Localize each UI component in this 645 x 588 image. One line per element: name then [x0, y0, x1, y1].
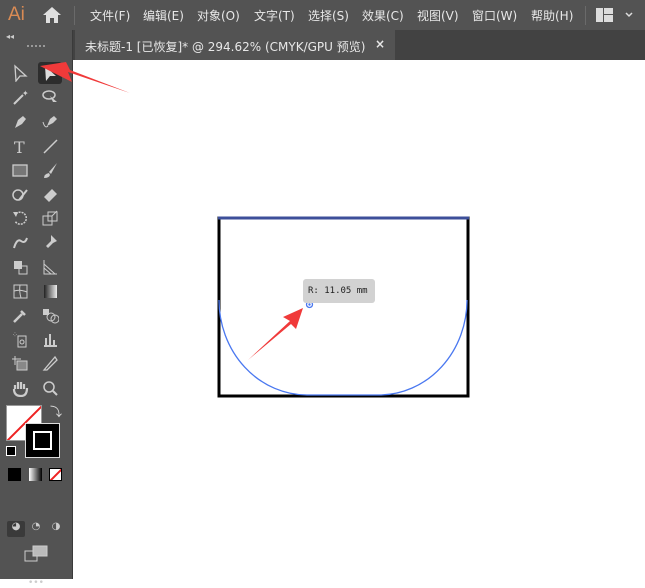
draw-inside-button[interactable]: ◑ — [47, 521, 65, 537]
rectangle-icon — [12, 164, 28, 177]
rotate-icon — [13, 211, 28, 226]
eraser-icon — [44, 189, 57, 202]
color-mode-gradient[interactable] — [29, 468, 42, 481]
radius-tooltip: R: 11.05 mm — [303, 279, 375, 303]
mesh-icon — [13, 284, 28, 299]
home-icon[interactable] — [42, 6, 62, 24]
type-tool[interactable]: T — [8, 135, 32, 157]
menu-bar: Ai 文件(F) 编辑(E) 对象(O) 文字(T) 选择(S) 效果(C) 视… — [0, 0, 645, 30]
menu-type[interactable]: 文字(T) — [254, 7, 295, 24]
paintbrush-icon — [44, 162, 57, 178]
svg-text:⁘: ⁘ — [12, 331, 18, 339]
svg-text:T: T — [14, 138, 25, 155]
scale-tool[interactable] — [38, 207, 62, 229]
menu-view[interactable]: 视图(V) — [417, 7, 459, 24]
shaper-icon — [12, 189, 28, 201]
close-tab-icon[interactable]: × — [375, 37, 385, 51]
stroke-swatch[interactable] — [25, 423, 60, 458]
artboard-icon — [12, 356, 28, 371]
direct-selection-icon — [14, 64, 28, 82]
workspace-switcher-icon[interactable] — [596, 8, 636, 22]
document-tab[interactable]: 未标题-1 [已恢复]* @ 294.62% (CMYK/GPU 预览) × — [75, 30, 395, 60]
rotate-tool[interactable] — [8, 207, 32, 229]
shaper-tool[interactable] — [8, 183, 32, 205]
tools-panel: ◂◂ ✦ T ⁘ ⤵ ◕ ◔ ◑ ••• — [0, 30, 73, 588]
magic-wand-icon: ✦ — [13, 89, 29, 105]
magic-wand-tool[interactable]: ✦ — [8, 86, 32, 108]
collapse-panel-icon[interactable]: ◂◂ — [6, 32, 14, 41]
gradient-icon — [44, 284, 57, 298]
eyedropper-tool[interactable] — [8, 304, 32, 326]
pin-icon — [46, 235, 57, 249]
column-graph-tool[interactable] — [38, 328, 62, 350]
hand-icon — [12, 381, 29, 397]
pen-tool[interactable] — [8, 110, 32, 132]
draw-normal-button[interactable]: ◕ — [7, 521, 25, 537]
menu-effect[interactable]: 效果(C) — [362, 7, 404, 24]
curvature-tool[interactable] — [38, 110, 62, 132]
tab-bar: 未标题-1 [已恢复]* @ 294.62% (CMYK/GPU 预览) × — [0, 30, 645, 60]
type-icon: T — [14, 138, 25, 155]
puppet-warp-tool[interactable] — [8, 231, 32, 253]
symbol-sprayer-icon: ⁘ — [12, 331, 27, 348]
selection-icon — [45, 66, 56, 81]
draw-behind-button[interactable]: ◔ — [27, 521, 45, 537]
zoom-tool[interactable] — [38, 377, 62, 399]
svg-text:✦: ✦ — [22, 89, 29, 98]
canvas[interactable] — [75, 60, 645, 579]
screen-mode-icon[interactable] — [24, 545, 48, 563]
line-tool[interactable] — [38, 135, 62, 157]
color-mode-solid[interactable] — [8, 468, 21, 481]
menu-edit[interactable]: 编辑(E) — [143, 7, 184, 24]
symbol-sprayer-tool[interactable]: ⁘ — [8, 328, 32, 350]
artboard-tool[interactable] — [8, 352, 32, 374]
selection-tool[interactable] — [38, 62, 62, 84]
hand-tool[interactable] — [8, 377, 32, 399]
menu-select[interactable]: 选择(S) — [308, 7, 349, 24]
rectangle-tool[interactable] — [8, 159, 32, 181]
shape-builder-tool[interactable] — [8, 256, 32, 278]
menu-help[interactable]: 帮助(H) — [531, 7, 573, 24]
perspective-grid-icon — [43, 259, 57, 275]
pin-tool[interactable] — [38, 231, 62, 253]
line-icon — [43, 139, 58, 154]
eyedropper-icon — [13, 310, 26, 323]
puppet-warp-icon — [13, 238, 28, 249]
eraser-tool[interactable] — [38, 183, 62, 205]
panel-grip[interactable] — [27, 45, 45, 48]
menu-file[interactable]: 文件(F) — [90, 7, 130, 24]
zoom-icon — [43, 380, 58, 396]
menu-object[interactable]: 对象(O) — [197, 7, 240, 24]
perspective-grid-tool[interactable] — [38, 256, 62, 278]
menu-window[interactable]: 窗口(W) — [472, 7, 517, 24]
default-colors-icon[interactable] — [6, 446, 16, 456]
mesh-tool[interactable] — [8, 280, 32, 302]
edit-toolbar-icon[interactable]: ••• — [28, 578, 44, 588]
shape-builder-icon — [14, 260, 28, 275]
gradient-tool[interactable] — [38, 280, 62, 302]
app-logo: Ai — [8, 4, 25, 25]
curvature-icon — [42, 116, 57, 128]
lasso-icon — [42, 90, 57, 103]
blend-tool[interactable] — [38, 304, 62, 326]
column-graph-icon — [44, 334, 57, 348]
pen-icon — [15, 116, 26, 129]
document-tab-title: 未标题-1 [已恢复]* @ 294.62% (CMYK/GPU 预览) — [85, 40, 366, 54]
blend-icon — [43, 309, 59, 324]
paintbrush-tool[interactable] — [38, 159, 62, 181]
swap-fill-stroke-icon[interactable]: ⤵ — [50, 403, 62, 420]
scale-icon — [42, 210, 58, 226]
lasso-tool[interactable] — [38, 86, 62, 108]
slice-icon — [42, 356, 58, 372]
direct-selection-tool[interactable] — [8, 62, 32, 84]
slice-tool[interactable] — [38, 352, 62, 374]
color-mode-none[interactable] — [49, 468, 62, 481]
